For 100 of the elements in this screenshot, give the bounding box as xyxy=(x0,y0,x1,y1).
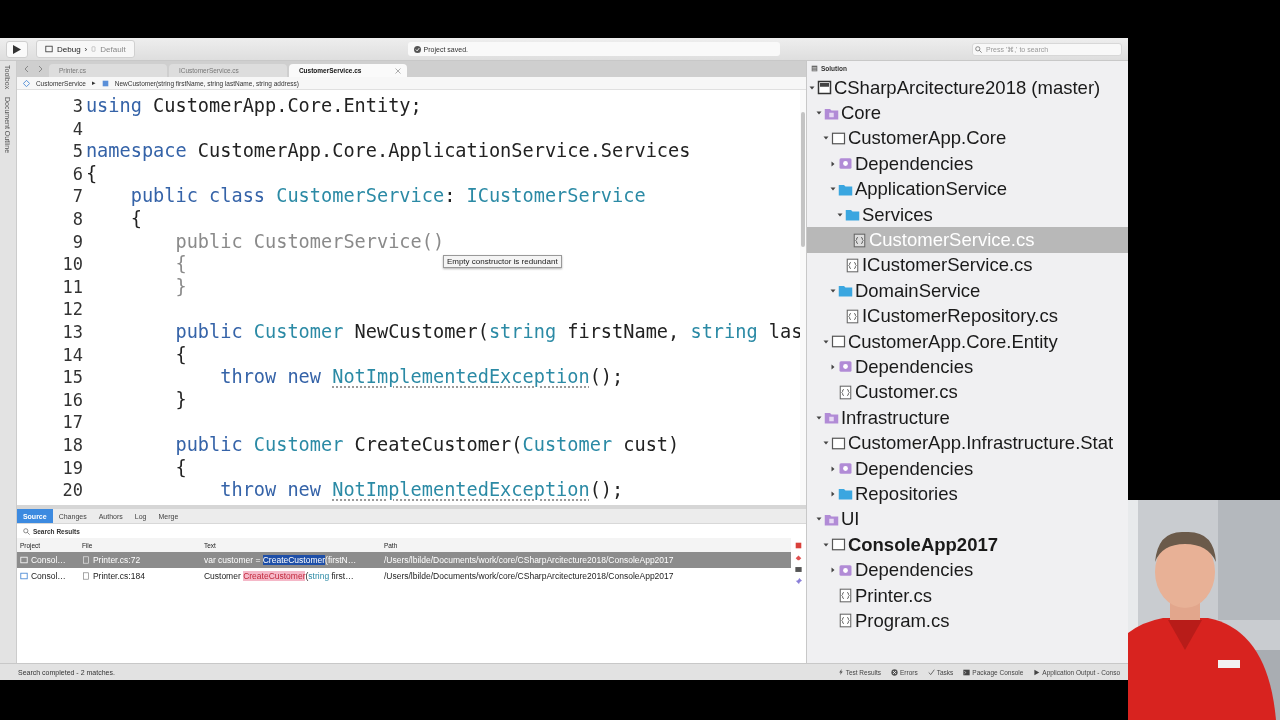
table-cell: /Users/lbilde/Documents/work/core/CSharpArcitecture2018/ConsoleApp2017 xyxy=(383,571,674,581)
tree-item[interactable]: Repositories xyxy=(806,481,1128,507)
tree-item[interactable]: Dependencies xyxy=(806,151,1128,177)
expanded-arrow-icon[interactable] xyxy=(815,414,822,421)
package-icon xyxy=(837,359,853,375)
file-icon xyxy=(844,308,860,324)
error-icon xyxy=(891,668,899,676)
expanded-arrow-icon[interactable] xyxy=(815,516,822,523)
code-line: { xyxy=(174,456,187,480)
line-number: 14 xyxy=(62,343,83,367)
expanded-arrow-icon[interactable] xyxy=(836,211,843,218)
solution-icon xyxy=(816,80,832,96)
tree-item[interactable]: ConsoleApp2017 xyxy=(806,532,1128,558)
check-icon xyxy=(927,668,935,676)
pin-icon xyxy=(794,578,802,585)
line-number: 15 xyxy=(62,366,83,389)
stop-icon xyxy=(794,542,802,549)
window-icon xyxy=(45,45,53,53)
scrollbar[interactable] xyxy=(799,90,806,505)
collapsed-arrow-icon[interactable] xyxy=(829,465,836,472)
expanded-arrow-icon[interactable] xyxy=(822,541,829,548)
tree-item[interactable]: CustomerApp.Core.Entity xyxy=(806,328,1128,355)
folder-icon xyxy=(823,410,839,426)
tree-item[interactable]: Services xyxy=(806,201,1128,228)
line-number: 18 xyxy=(62,433,83,457)
code-line: public Customer CreateCustomer(Customer cust) xyxy=(174,433,680,457)
tree-item[interactable]: DomainService xyxy=(806,278,1128,304)
tree-item[interactable]: CustomerApp.Core xyxy=(806,125,1128,152)
expanded-arrow-icon[interactable] xyxy=(822,338,829,345)
tree-item[interactable]: UI xyxy=(806,506,1128,533)
expanded-arrow-icon[interactable] xyxy=(829,186,836,193)
line-number: 9 xyxy=(72,230,83,254)
tree-item[interactable]: Customer.cs xyxy=(806,379,1128,406)
search-icon xyxy=(975,45,982,53)
expanded-arrow-icon[interactable] xyxy=(829,287,836,294)
tree-item[interactable]: Dependencies xyxy=(806,354,1128,380)
code-line: { xyxy=(85,162,98,186)
expanded-arrow-icon[interactable] xyxy=(822,135,829,142)
table-cell: var customer = CreateCustomer(firstN… xyxy=(203,555,357,565)
line-number: 8 xyxy=(72,207,83,231)
collapsed-arrow-icon[interactable] xyxy=(829,567,836,574)
collapsed-arrow-icon[interactable] xyxy=(829,160,836,167)
code-line: public CustomerService() xyxy=(174,230,445,254)
collapsed-arrow-icon[interactable] xyxy=(829,364,836,370)
file-icon xyxy=(851,232,867,248)
expanded-arrow-icon[interactable] xyxy=(808,84,815,91)
line-number: 16 xyxy=(62,388,83,412)
terminal-icon xyxy=(794,566,802,573)
line-number: 3 xyxy=(72,95,83,118)
tree-item[interactable]: Infrastructure xyxy=(806,405,1128,431)
line-number: 13 xyxy=(62,320,83,344)
code-line: throw new NotImplementedException(); xyxy=(219,366,624,389)
class-icon xyxy=(22,79,30,87)
table-cell: Consol… xyxy=(30,571,66,581)
method-icon xyxy=(101,79,109,87)
project-icon xyxy=(830,435,846,451)
configuration-selector[interactable]: Debug › Default xyxy=(36,40,135,58)
file-icon xyxy=(837,384,853,400)
tree-item[interactable]: ICustomerService.cs xyxy=(806,252,1128,279)
code-line: { xyxy=(174,253,187,276)
tooltip: Empty constructor is redundant xyxy=(442,255,562,268)
code-line: { xyxy=(129,207,142,231)
code-line: throw new NotImplementedException(); xyxy=(219,479,624,502)
tree-item[interactable]: ApplicationService xyxy=(806,176,1128,202)
code-line: public class CustomerService: ICustomerService xyxy=(129,185,646,208)
line-number: 5 xyxy=(72,140,83,163)
play-icon xyxy=(13,44,21,54)
line-number: 20 xyxy=(62,479,83,502)
file-icon xyxy=(837,588,853,603)
run-button[interactable] xyxy=(6,40,28,58)
line-number: 17 xyxy=(62,411,83,434)
result-row[interactable]: Consol… Printer.cs:72 var customer = CreateCustomer(firstN… /Users/lbilde/Documents/work/core/CSharpArcitecture2018/ConsoleApp2017 xyxy=(16,552,791,568)
package-icon xyxy=(837,461,853,477)
tree-item[interactable]: Dependencies xyxy=(806,557,1128,583)
code-line: namespace CustomerApp.Core.ApplicationService.Services xyxy=(85,140,691,163)
project-icon xyxy=(830,537,846,553)
tree-item[interactable]: Core xyxy=(806,100,1128,126)
eraser-icon xyxy=(794,554,802,561)
tree-item[interactable]: CSharpArcitecture2018 (master) xyxy=(806,75,1128,101)
table-cell: Printer.cs:72 xyxy=(92,555,141,565)
tree-item[interactable]: ICustomerRepository.cs xyxy=(806,303,1128,329)
check-circle-icon xyxy=(413,45,421,53)
expanded-arrow-icon[interactable] xyxy=(815,110,822,117)
line-number: 10 xyxy=(62,253,83,276)
tree-item[interactable]: Printer.cs xyxy=(806,582,1128,609)
file-icon xyxy=(844,257,860,273)
collapsed-arrow-icon[interactable] xyxy=(829,490,836,497)
tree-item[interactable]: Dependencies xyxy=(806,455,1128,482)
solution-icon xyxy=(810,64,818,72)
result-row[interactable]: Consol… Printer.cs:184 Customer CreateCustomer(string first… /Users/lbilde/Documents/work/core/CSharpArcitecture2018/ConsoleApp2017 xyxy=(16,568,791,584)
folder-icon xyxy=(837,283,853,299)
tree-item[interactable]: Program.cs xyxy=(806,608,1128,634)
expanded-arrow-icon[interactable] xyxy=(822,440,829,447)
package-icon xyxy=(837,562,853,578)
line-number: 12 xyxy=(62,298,83,321)
line-number: 11 xyxy=(62,275,83,299)
file-icon xyxy=(837,613,853,629)
code-line: } xyxy=(174,388,187,412)
tree-item[interactable]: CustomerApp.Infrastructure.Stat xyxy=(806,430,1128,456)
line-number: 6 xyxy=(72,162,83,186)
